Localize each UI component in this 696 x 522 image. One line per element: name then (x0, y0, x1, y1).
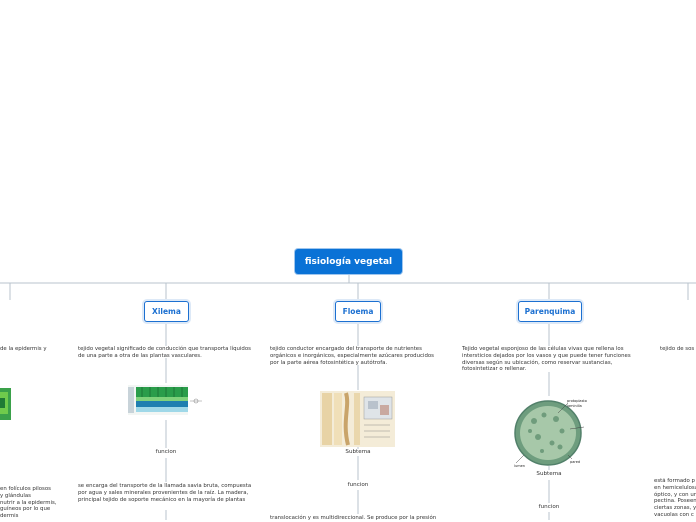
left-partial-line: y glándulas (0, 492, 31, 499)
xilema-tissue-image (128, 385, 202, 415)
floema-subtopic-label[interactable]: Subtema (338, 449, 378, 455)
left-partial-line: guíneos por lo que (0, 506, 51, 513)
right-partial-line: ciertas zonas, y (654, 505, 696, 512)
floema-function-label[interactable]: funcion (338, 482, 378, 488)
branch-parenquima[interactable]: Parenquima (518, 301, 582, 322)
right-partial-description[interactable]: tejido de sos (660, 346, 696, 353)
root-topic-label: fisiología vegetal (304, 256, 393, 267)
right-partial-line: pectina. Poseen (654, 498, 696, 505)
xilema-description[interactable]: tejido vegetal significado de conducción… (78, 346, 256, 360)
root-topic[interactable]: fisiología vegetal (295, 249, 402, 274)
left-partial-detail[interactable]: en folículos pilosos y glándulas nutrir … (0, 486, 62, 520)
right-partial-line: vacuolas con c (654, 511, 694, 518)
left-partial-line: dermis (0, 513, 19, 520)
branch-xilema-label: Xilema (152, 307, 181, 316)
parenquima-image-label-lumen: lumen (514, 464, 525, 467)
left-partial-tissue-image (0, 388, 11, 420)
right-partial-line: está formado p (654, 478, 695, 484)
floema-description[interactable]: tejido conductor encargado del transport… (270, 346, 442, 366)
branch-xilema[interactable]: Xilema (144, 301, 189, 322)
parenquima-cell-image: protoplasto laminilla lumen pared (514, 399, 587, 467)
parenquima-function-label[interactable]: funcion (529, 504, 569, 510)
parenquima-description[interactable]: Tejido vegetal esponjoso de las células … (462, 346, 638, 373)
parenquima-image-label-laminilla: laminilla (567, 404, 582, 408)
right-partial-line: en hemicelulosa (654, 484, 696, 491)
xilema-function-label[interactable]: funcion (146, 449, 186, 455)
parenquima-subtopic-label[interactable]: Subtema (529, 471, 569, 477)
branch-floema[interactable]: Floema (335, 301, 381, 322)
branch-parenquima-label: Parenquima (524, 307, 576, 316)
xilema-function-detail[interactable]: se encarga del transporte de la llamada … (78, 483, 254, 503)
parenquima-image-label-protoplasto: protoplasto (567, 399, 587, 403)
floema-function-detail[interactable]: translocación y es multidireccional. Se … (270, 515, 446, 522)
right-partial-detail[interactable]: está formado p en hemicelulosa óptico, y… (654, 478, 696, 519)
floema-tissue-image (320, 391, 395, 447)
right-partial-line: óptico, y con un (654, 491, 696, 498)
left-partial-line: en folículos pilosos (0, 486, 51, 492)
parenquima-image-label-pared: pared (570, 460, 580, 464)
left-partial-description[interactable]: de la epidermis y (0, 346, 60, 353)
branch-floema-label: Floema (342, 307, 374, 316)
mind-map-canvas: fisiología vegetal Xilema Floema Parenqu… (0, 0, 696, 522)
